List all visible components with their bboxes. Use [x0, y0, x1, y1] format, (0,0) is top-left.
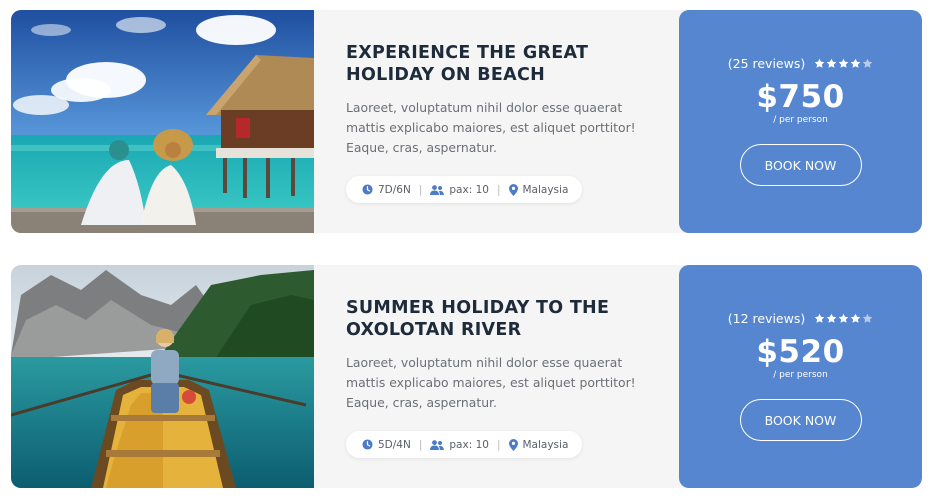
star-icon	[814, 313, 825, 323]
pax-info: pax: 10	[430, 184, 489, 196]
price-unit: / per person	[773, 370, 828, 380]
star-rating	[814, 58, 873, 69]
review-count[interactable]: (12 reviews)	[728, 311, 805, 326]
tour-title[interactable]: SUMMER HOLIDAY TO THE OXOLOTAN RIVER	[346, 297, 666, 341]
tour-description: Laoreet, voluptatum nihil dolor esse qua…	[346, 100, 636, 155]
map-pin-icon	[508, 183, 518, 196]
tour-content: EXPERIENCE THE GREAT HOLIDAY ON BEACH La…	[314, 10, 679, 233]
tour-content: SUMMER HOLIDAY TO THE OXOLOTAN RIVER Lao…	[314, 265, 679, 488]
rating-row: (25 reviews)	[728, 56, 873, 71]
location-value: Malaysia	[522, 438, 569, 451]
rating-row: (12 reviews)	[728, 311, 873, 326]
review-count[interactable]: (25 reviews)	[728, 56, 805, 71]
clock-icon	[362, 439, 373, 450]
tour-image[interactable]	[11, 10, 314, 233]
tour-image[interactable]	[11, 265, 314, 488]
pax-info: pax: 10	[430, 439, 489, 451]
duration-info: 7D/6N	[362, 184, 411, 196]
star-rating	[814, 313, 873, 324]
tour-meta: 7D/6N | pax: 10 | Malaysia	[346, 176, 583, 203]
duration-value: 5D/4N	[378, 438, 411, 451]
clock-icon	[362, 184, 373, 195]
location-info: Malaysia	[508, 438, 569, 451]
tour-card: SUMMER HOLIDAY TO THE OXOLOTAN RIVER Lao…	[11, 265, 922, 488]
price-amount: $520	[756, 334, 845, 370]
star-icon	[838, 58, 849, 68]
star-empty-icon	[862, 313, 873, 323]
duration-info: 5D/4N	[362, 439, 411, 451]
location-value: Malaysia	[522, 183, 569, 196]
users-icon	[430, 184, 445, 195]
pax-value: pax: 10	[449, 438, 489, 451]
star-icon	[814, 58, 825, 68]
star-empty-icon	[862, 58, 873, 68]
star-icon	[850, 58, 861, 68]
location-info: Malaysia	[508, 183, 569, 196]
meta-divider: |	[496, 183, 501, 196]
price-panel: (25 reviews) $750 / per person BOOK NOW	[679, 10, 922, 233]
users-icon	[430, 439, 445, 450]
price-unit: / per person	[773, 115, 828, 125]
map-pin-icon	[508, 438, 518, 451]
book-now-button[interactable]: BOOK NOW	[739, 144, 862, 186]
price-amount: $750	[756, 79, 845, 115]
tour-card: EXPERIENCE THE GREAT HOLIDAY ON BEACH La…	[11, 10, 922, 233]
duration-value: 7D/6N	[378, 183, 411, 196]
tour-title[interactable]: EXPERIENCE THE GREAT HOLIDAY ON BEACH	[346, 42, 666, 86]
star-icon	[850, 313, 861, 323]
tour-meta: 5D/4N | pax: 10 | Malaysia	[346, 431, 583, 458]
pax-value: pax: 10	[449, 183, 489, 196]
price-panel: (12 reviews) $520 / per person BOOK NOW	[679, 265, 922, 488]
star-icon	[838, 313, 849, 323]
star-icon	[826, 58, 837, 68]
meta-divider: |	[418, 438, 423, 451]
meta-divider: |	[418, 183, 423, 196]
tour-description: Laoreet, voluptatum nihil dolor esse qua…	[346, 355, 636, 410]
book-now-button[interactable]: BOOK NOW	[739, 399, 862, 441]
meta-divider: |	[496, 438, 501, 451]
star-icon	[826, 313, 837, 323]
